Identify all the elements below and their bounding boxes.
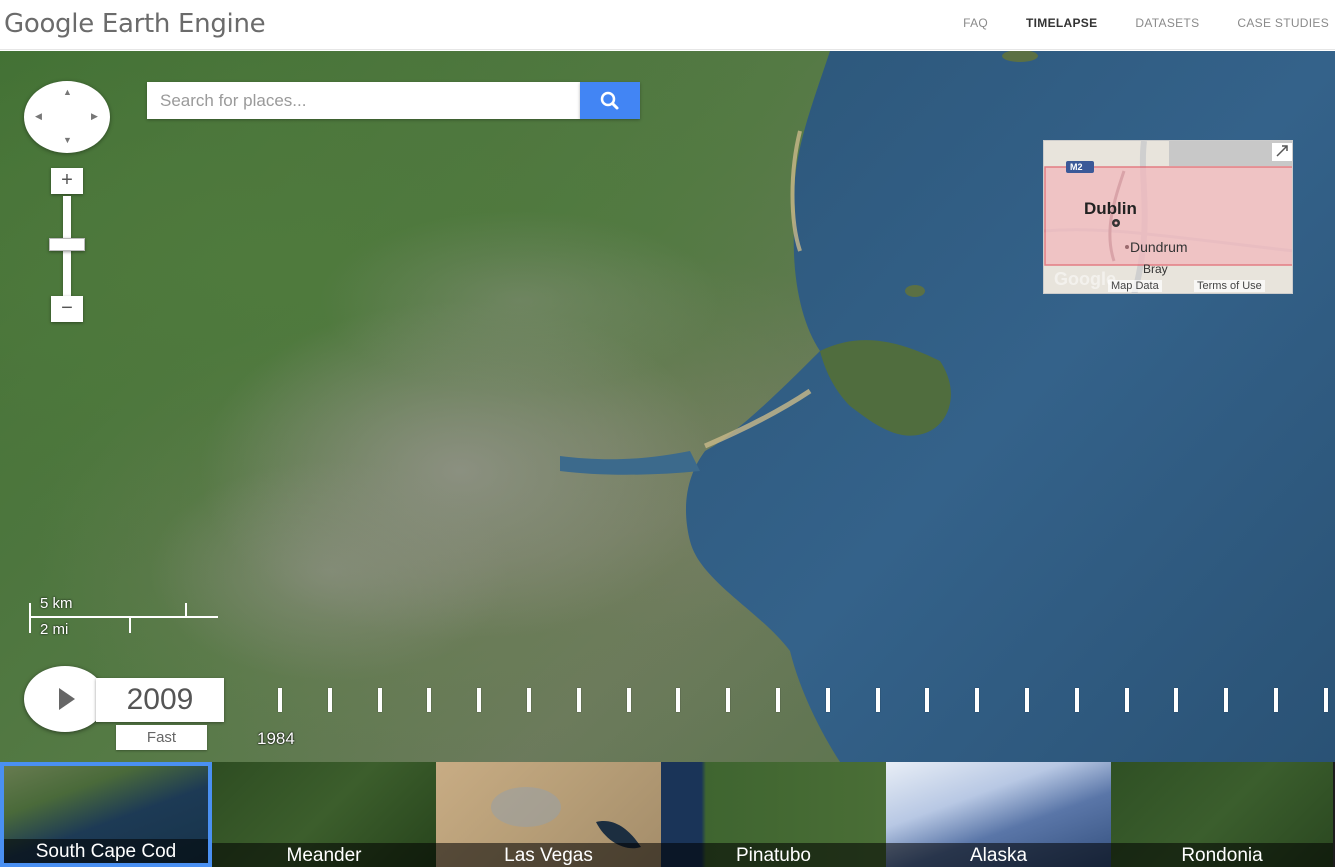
timeline-tick[interactable] <box>1224 688 1229 712</box>
pan-right-icon[interactable]: ▶ <box>91 112 98 121</box>
timeline-tick[interactable] <box>1074 688 1079 712</box>
timeline-tick[interactable] <box>875 688 880 712</box>
play-button[interactable] <box>24 666 106 732</box>
scale-metric-label: 5 km <box>40 595 73 612</box>
logo[interactable]: Google Earth Engine <box>4 9 266 39</box>
timeline-tick[interactable] <box>427 688 432 712</box>
pan-control[interactable]: ▲ ▼ ◀ ▶ <box>24 81 110 153</box>
thumbnail-label: Pinatubo <box>661 843 886 867</box>
nav-faq[interactable]: FAQ <box>963 16 988 30</box>
speed-toggle-button[interactable]: Fast <box>116 725 207 750</box>
minimap-road-badge: M2 <box>1070 162 1083 172</box>
minimap-logo: Google <box>1054 269 1116 289</box>
timeline-tick[interactable] <box>1274 688 1278 712</box>
thumbnail-las-vegas[interactable]: Las Vegas <box>436 762 661 867</box>
minimap-label-bray: Bray <box>1143 262 1168 276</box>
pan-left-icon[interactable]: ◀ <box>35 112 42 121</box>
thumbnail-south-cape-cod[interactable]: South Cape Cod <box>0 762 212 867</box>
timeline-tick[interactable] <box>975 688 980 712</box>
minimap-terms-link[interactable]: Terms of Use <box>1194 280 1265 292</box>
thumbnail-label: Rondonia <box>1111 843 1333 867</box>
minimap-map-data-link[interactable]: Map Data <box>1108 280 1162 292</box>
timeline-tick[interactable] <box>1124 688 1129 712</box>
search-icon <box>600 91 619 110</box>
zoom-slider-handle[interactable] <box>49 237 85 251</box>
timeline-tick[interactable] <box>925 688 930 712</box>
current-year-display[interactable]: 2009 <box>96 678 224 722</box>
nav-timelapse[interactable]: TIMELAPSE <box>1026 16 1097 30</box>
thumbnail-pinatubo[interactable]: Pinatubo <box>661 762 886 867</box>
timeline-tick[interactable] <box>676 688 681 712</box>
timeline-tick[interactable] <box>776 688 780 712</box>
timeline-tick[interactable] <box>825 688 830 712</box>
pan-down-icon[interactable]: ▼ <box>63 136 72 145</box>
minimap-label-dundrum: Dundrum <box>1130 239 1188 255</box>
nav-case-studies[interactable]: CASE STUDIES <box>1237 16 1329 30</box>
pan-up-icon[interactable]: ▲ <box>63 88 72 97</box>
minimap-label-dublin: Dublin <box>1084 199 1137 218</box>
timeline-tick[interactable] <box>1323 688 1328 712</box>
play-icon <box>59 688 75 710</box>
timeline-tick[interactable] <box>477 688 482 712</box>
thumbnail-label: South Cape Cod <box>4 839 208 863</box>
thumbnail-meander[interactable]: Meander <box>212 762 436 867</box>
search-button[interactable] <box>580 82 640 119</box>
thumbnail-alaska[interactable]: Alaska <box>886 762 1111 867</box>
timeline-track[interactable] <box>270 688 1335 714</box>
nav-datasets[interactable]: DATASETS <box>1135 16 1199 30</box>
timeline-tick[interactable] <box>327 688 332 712</box>
zoom-in-button[interactable]: + <box>51 168 83 194</box>
thumbnail-rondonia[interactable]: Rondonia <box>1111 762 1333 867</box>
map-view[interactable]: ▲ ▼ ◀ ▶ + − M2 <box>0 51 1335 762</box>
thumbnail-label: Alaska <box>886 843 1111 867</box>
timeline-tick[interactable] <box>576 688 581 712</box>
top-nav: FAQ TIMELAPSE DATASETS CASE STUDIES <box>963 16 1329 30</box>
thumbnail-label: Meander <box>212 843 436 867</box>
zoom-out-button[interactable]: − <box>51 296 83 322</box>
top-header: Google Earth Engine FAQ TIMELAPSE DATASE… <box>0 0 1335 50</box>
timelapse-thumbnails: South Cape Cod Meander Las Vegas Pinatub… <box>0 762 1335 867</box>
timeline-start-year: 1984 <box>257 729 295 748</box>
search-input[interactable] <box>147 82 580 119</box>
scale-imperial-label: 2 mi <box>40 621 69 638</box>
timeline-tick[interactable] <box>1025 688 1029 712</box>
timeline-tick[interactable] <box>1174 688 1179 712</box>
timeline-tick[interactable] <box>626 688 631 712</box>
timeline-tick[interactable] <box>726 688 731 712</box>
timeline-tick[interactable] <box>527 688 531 712</box>
timeline-tick[interactable] <box>278 688 282 712</box>
overview-minimap[interactable]: M2 Dublin Dundrum Bray Google Map Data T… <box>1043 140 1293 294</box>
timeline-tick[interactable] <box>377 688 382 712</box>
thumbnail-label: Las Vegas <box>436 843 661 867</box>
